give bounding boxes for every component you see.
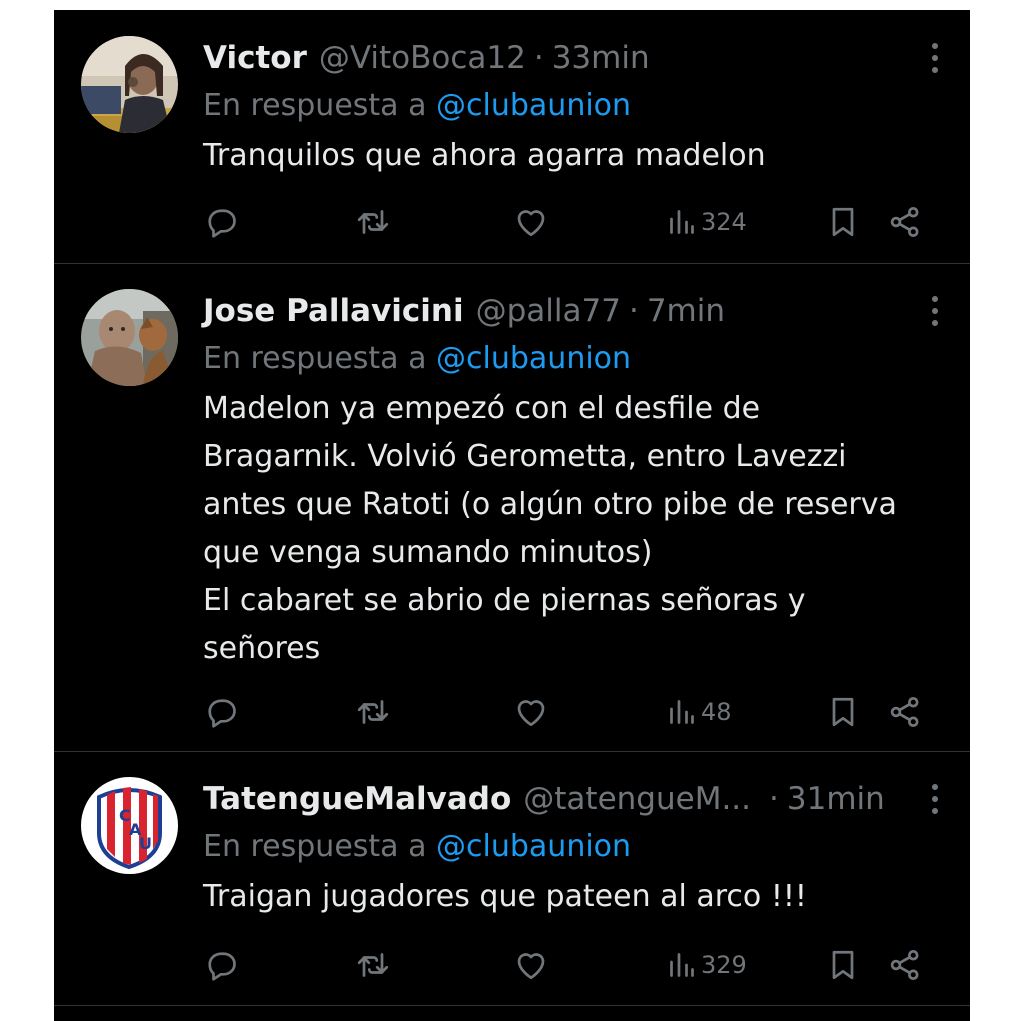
reply-context: En respuesta a @clubaunion — [203, 80, 952, 132]
tweet[interactable]: C A U TatengueMalvado @tatengueM... · 31… — [54, 751, 970, 1006]
reply-mention-link[interactable]: @clubaunion — [436, 341, 631, 376]
views-button[interactable]: 48 — [667, 692, 732, 732]
share-button[interactable] — [887, 945, 923, 985]
more-vertical-icon — [932, 784, 938, 814]
views-count: 324 — [701, 208, 747, 236]
more-vertical-icon — [932, 296, 938, 326]
bookmark-button[interactable] — [825, 202, 861, 242]
views-icon — [670, 953, 694, 977]
retweet-icon — [357, 700, 389, 724]
more-options-button[interactable] — [920, 779, 950, 819]
user-handle[interactable]: @tatengueM... — [523, 777, 751, 821]
tweet[interactable]: Jose Pallavicini @palla77 · 7min En resp… — [54, 263, 970, 752]
svg-text:U: U — [139, 834, 152, 853]
retweet-button[interactable] — [355, 202, 391, 242]
share-icon — [890, 950, 919, 980]
views-button[interactable]: 329 — [667, 945, 747, 985]
timestamp[interactable]: 31min — [787, 777, 885, 821]
reply-icon — [208, 699, 236, 728]
reply-context: En respuesta a @clubaunion — [203, 333, 952, 385]
display-name[interactable]: Jose Pallavicini — [203, 289, 464, 333]
reply-icon — [208, 209, 236, 238]
like-icon — [517, 210, 545, 237]
bookmark-button[interactable] — [825, 692, 861, 732]
retweet-icon — [357, 953, 389, 977]
like-icon — [517, 700, 545, 727]
avatar[interactable] — [81, 289, 178, 386]
share-icon — [890, 207, 919, 237]
retweet-icon — [357, 210, 389, 234]
bookmark-button[interactable] — [825, 945, 861, 985]
user-handle[interactable]: @VitoBoca12 — [319, 36, 526, 80]
tweet-header: TatengueMalvado @tatengueM... · 31min — [203, 777, 952, 821]
user-handle[interactable]: @palla77 — [476, 289, 621, 333]
share-icon — [890, 697, 919, 727]
tweet-header: Jose Pallavicini @palla77 · 7min — [203, 289, 952, 333]
views-icon — [670, 210, 694, 234]
reply-button[interactable] — [203, 202, 239, 242]
share-button[interactable] — [887, 202, 923, 242]
share-button[interactable] — [887, 692, 923, 732]
separator: · — [533, 40, 544, 76]
reply-prefix: En respuesta a — [203, 829, 427, 864]
reply-icon — [208, 952, 236, 981]
reply-button[interactable] — [203, 945, 239, 985]
tweet-text: Traigan jugadores que pateen al arco !!! — [203, 879, 807, 914]
reply-prefix: En respuesta a — [203, 341, 427, 376]
more-options-button[interactable] — [920, 291, 950, 331]
display-name[interactable]: TatengueMalvado — [203, 777, 511, 821]
views-count: 329 — [701, 951, 747, 979]
tweet-actions: 48 — [203, 692, 933, 732]
views-count: 48 — [701, 698, 732, 726]
reply-button[interactable] — [203, 692, 239, 732]
bookmark-icon — [832, 207, 854, 237]
avatar[interactable]: C A U — [81, 777, 178, 874]
avatar[interactable] — [81, 36, 178, 133]
reply-context: En respuesta a @clubaunion — [203, 821, 952, 873]
bookmark-icon — [832, 697, 854, 727]
tweet-text: Tranquilos que ahora agarra madelon — [203, 138, 766, 173]
retweet-button[interactable] — [355, 692, 391, 732]
tweet-feed: Victor @VitoBoca12 · 33min En respuesta … — [54, 10, 970, 1021]
reply-mention-link[interactable]: @clubaunion — [436, 88, 631, 123]
timestamp[interactable]: 33min — [552, 36, 650, 80]
retweet-button[interactable] — [355, 945, 391, 985]
like-button[interactable] — [513, 202, 549, 242]
separator: · — [628, 293, 639, 329]
like-icon — [517, 953, 545, 980]
tweet-actions: 329 — [203, 945, 933, 985]
reply-mention-link[interactable]: @clubaunion — [436, 829, 631, 864]
like-button[interactable] — [513, 945, 549, 985]
bookmark-icon — [832, 950, 854, 980]
more-vertical-icon — [932, 43, 938, 73]
views-button[interactable]: 324 — [667, 202, 747, 242]
timestamp[interactable]: 7min — [647, 289, 725, 333]
more-options-button[interactable] — [920, 38, 950, 78]
tweet[interactable]: Victor @VitoBoca12 · 33min En respuesta … — [54, 10, 970, 264]
tweet-text: Madelon ya empezó con el desfile de Brag… — [203, 391, 897, 666]
display-name[interactable]: Victor — [203, 36, 307, 80]
reply-prefix: En respuesta a — [203, 88, 427, 123]
like-button[interactable] — [513, 692, 549, 732]
views-icon — [670, 700, 694, 724]
tweet-actions: 324 — [203, 202, 933, 242]
separator: · — [769, 781, 779, 817]
tweet-header: Victor @VitoBoca12 · 33min — [203, 36, 952, 80]
